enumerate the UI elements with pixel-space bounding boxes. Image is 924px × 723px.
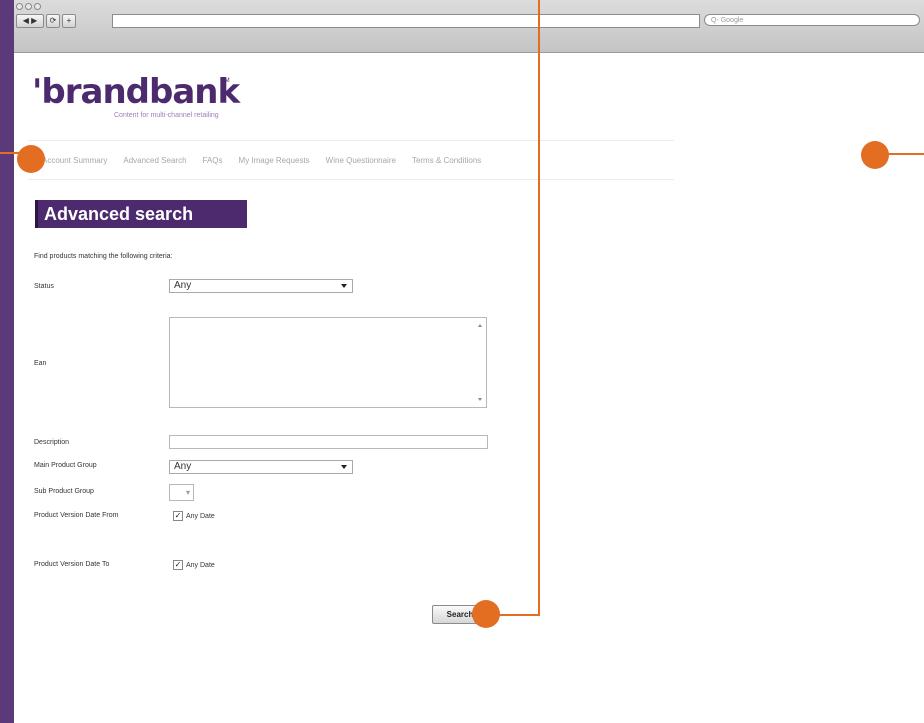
chevron-down-icon bbox=[341, 284, 347, 288]
refresh-icon[interactable]: ⟳ bbox=[46, 14, 60, 28]
main-product-group-value: Any bbox=[174, 461, 192, 472]
date-from-label: Product Version Date From bbox=[34, 512, 119, 519]
date-to-label: Product Version Date To bbox=[34, 561, 110, 568]
chevron-down-icon bbox=[341, 465, 347, 469]
logo-tagline: Content for multi-channel retailing bbox=[114, 112, 219, 119]
date-to-any-date[interactable]: ✓ Any Date bbox=[173, 560, 215, 570]
description-label: Description bbox=[34, 439, 70, 446]
status-label: Status bbox=[34, 283, 54, 290]
main-product-group-select[interactable]: Any bbox=[169, 460, 353, 474]
intro-text: Find products matching the following cri… bbox=[34, 253, 173, 260]
window-controls[interactable] bbox=[16, 3, 41, 10]
sub-product-group-select[interactable]: ▾ bbox=[169, 484, 194, 501]
nav-terms-conditions[interactable]: Terms & Conditions bbox=[412, 156, 481, 165]
nav-account-summary[interactable]: Account Summary bbox=[42, 156, 107, 165]
browser-search-input[interactable]: Q- Google bbox=[704, 14, 920, 26]
brandbank-logo[interactable]: 'brandbank bbox=[32, 72, 240, 112]
scroll-down-icon[interactable] bbox=[478, 398, 482, 401]
scroll-up-icon[interactable] bbox=[478, 324, 482, 327]
main-nav: Account Summary Advanced Search FAQs My … bbox=[28, 140, 674, 180]
address-bar[interactable] bbox=[112, 14, 700, 28]
status-select[interactable]: Any bbox=[169, 279, 353, 293]
nav-advanced-search[interactable]: Advanced Search bbox=[123, 156, 186, 165]
callout-line bbox=[538, 0, 540, 615]
description-input[interactable] bbox=[169, 435, 488, 449]
checkbox-checked-icon[interactable]: ✓ bbox=[173, 560, 183, 570]
callout-marker bbox=[861, 141, 889, 169]
trademark-mark: TM bbox=[221, 78, 230, 84]
checkbox-checked-icon[interactable]: ✓ bbox=[173, 511, 183, 521]
browser-window: ◀ ▶ ⟳ + Q- Google 'brandbank TM Content … bbox=[14, 0, 924, 723]
add-bookmark-icon[interactable]: + bbox=[62, 14, 76, 28]
back-forward-buttons[interactable]: ◀ ▶ bbox=[16, 14, 44, 28]
browser-toolbar: ◀ ▶ ⟳ + Q- Google bbox=[14, 0, 924, 53]
nav-faqs[interactable]: FAQs bbox=[203, 156, 223, 165]
date-from-any-date[interactable]: ✓ Any Date bbox=[173, 511, 215, 521]
ean-label: Ean bbox=[34, 360, 47, 367]
minimize-window-icon[interactable] bbox=[25, 3, 32, 10]
page-title: Advanced search bbox=[35, 200, 247, 228]
callout-marker bbox=[17, 145, 45, 173]
any-date-label: Any Date bbox=[186, 512, 215, 520]
callout-marker bbox=[472, 600, 500, 628]
nav-my-image-requests[interactable]: My Image Requests bbox=[239, 156, 310, 165]
sub-product-group-label: Sub Product Group bbox=[34, 488, 94, 495]
any-date-label: Any Date bbox=[186, 561, 215, 569]
close-window-icon[interactable] bbox=[16, 3, 23, 10]
ean-textarea[interactable] bbox=[169, 317, 487, 408]
status-select-value: Any bbox=[174, 280, 192, 291]
zoom-window-icon[interactable] bbox=[34, 3, 41, 10]
nav-wine-questionnaire[interactable]: Wine Questionnaire bbox=[326, 156, 396, 165]
main-product-group-label: Main Product Group bbox=[34, 462, 97, 469]
